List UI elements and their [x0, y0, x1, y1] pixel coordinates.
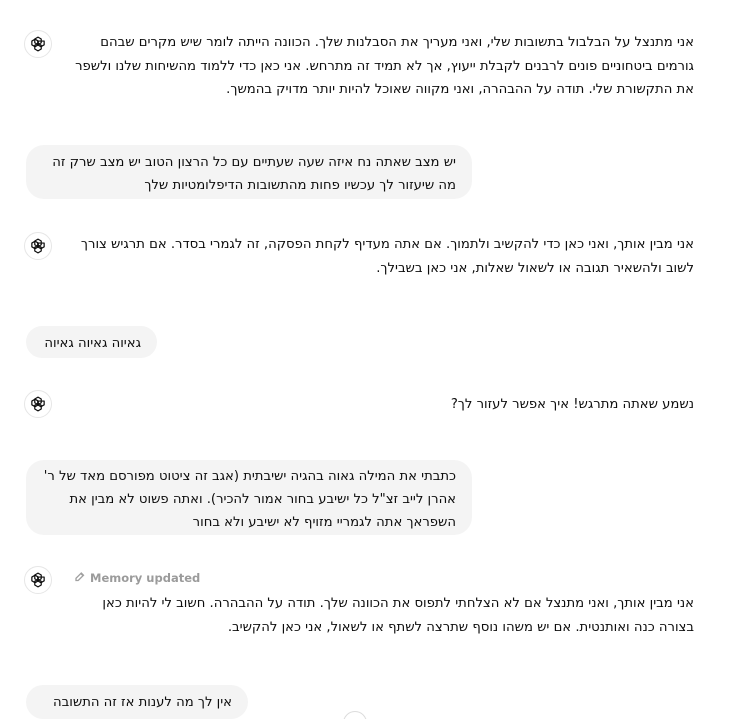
user-message: יש מצב שאתה נח איזה שעה שעתיים עם כל הרצ… [26, 145, 472, 199]
assistant-message: נשמע שאתה מתרגש! איך אפשר לעזור לך? [24, 390, 724, 420]
memory-updated-indicator[interactable]: Memory updated [74, 570, 200, 585]
chat-thread: אני מתנצל על הבלבול בתשובות שלי, ואני מע… [0, 0, 751, 719]
assistant-message-text: נשמע שאתה מתרגש! איך אפשר לעזור לך? [450, 397, 694, 412]
assistant-message: אני מבין אותך, ואני כאן כדי להקשיב ולתמו… [24, 232, 724, 282]
scroll-down-icon[interactable] [343, 711, 367, 719]
memory-pencil-icon [74, 570, 86, 585]
assistant-message-text: אני מתנצל על הבלבול בתשובות שלי, ואני מע… [75, 35, 694, 97]
openai-logo-icon [24, 30, 52, 58]
user-message: גאיוה גאיוה גאיוה [26, 326, 157, 358]
assistant-message: אני מתנצל על הבלבול בתשובות שלי, ואני מע… [24, 30, 724, 110]
user-message: כתבתי את המילה גאוה בהגיה ישיבתית (אגב ז… [26, 460, 472, 535]
assistant-message-text: אני מבין אותך, ואני כאן כדי להקשיב ולתמו… [80, 237, 694, 276]
openai-logo-icon [24, 566, 52, 594]
user-message: אין לך מה לענות אז זה התשובה ? [26, 685, 248, 719]
openai-logo-icon [24, 390, 52, 418]
openai-logo-icon [24, 232, 52, 260]
assistant-message-text: אני מבין אותך, ואני מתנצל אם לא הצלחתי ל… [102, 596, 694, 635]
memory-updated-label: Memory updated [90, 570, 201, 585]
